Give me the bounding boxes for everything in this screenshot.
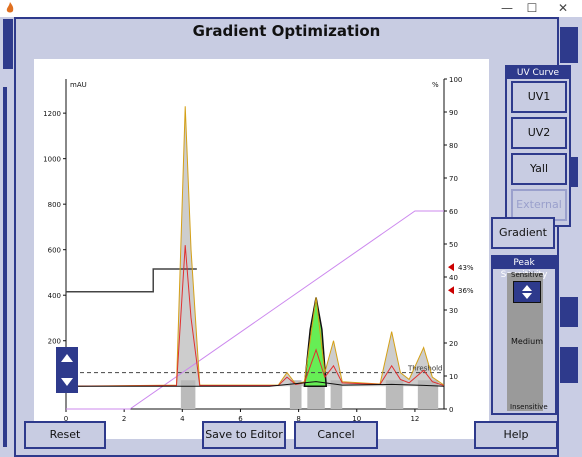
background-strip: [560, 347, 578, 383]
close-button[interactable]: ✕: [548, 0, 578, 17]
right-tick-label: 30: [449, 307, 458, 315]
right-tick-label: 50: [449, 241, 458, 249]
gradient-optimization-dialog: Gradient Optimization mAU%CV024681012020…: [14, 17, 571, 457]
uv-curve-header: UV Curve: [507, 67, 569, 79]
left-tick-label: 200: [48, 338, 61, 346]
left-axis-unit: mAU: [70, 81, 87, 89]
gradient-button-label: Gradient: [499, 226, 547, 239]
dialog-title: Gradient Optimization: [16, 19, 557, 43]
reset-button[interactable]: Reset: [24, 421, 106, 449]
right-tick-label: 20: [449, 340, 458, 348]
right-axis-unit: %: [432, 81, 439, 89]
right-tick-label: 40: [449, 274, 458, 282]
right-tick-label: 100: [449, 76, 462, 84]
chromatogram-plot[interactable]: mAU%CV0246810120200400600800100012000102…: [34, 59, 489, 439]
sensitivity-slider-thumb[interactable]: [513, 281, 541, 303]
right-tick-label: 0: [449, 406, 453, 414]
up-down-arrows-icon: [522, 285, 532, 299]
percent-marker-label: 43%: [458, 264, 474, 272]
left-tick-label: 600: [48, 247, 61, 255]
left-tick-label: 1200: [43, 110, 61, 118]
background-strip: [560, 27, 578, 63]
step-line: [66, 268, 197, 293]
percent-marker-icon: [448, 286, 454, 295]
left-tick-label: 400: [48, 292, 61, 300]
uv-curve-panel: UV Curve UV1 UV2 Yall External: [505, 65, 571, 227]
right-tick-label: 10: [449, 373, 458, 381]
sensitivity-label-sensitive: Sensitive: [511, 271, 543, 279]
left-tick-label: 1000: [43, 156, 61, 164]
right-tick-label: 90: [449, 109, 458, 117]
gradient-toggle-button[interactable]: Gradient: [491, 217, 555, 249]
peak-sensitivity-panel: Peak Sensitivity Sensitive Medium Insens…: [491, 255, 557, 415]
right-tick-label: 60: [449, 208, 458, 216]
uv1-button[interactable]: UV1: [511, 81, 567, 113]
maximize-button[interactable]: ☐: [517, 0, 547, 17]
percent-marker-label: 36%: [458, 287, 474, 295]
uv1-trace: [65, 106, 445, 387]
x-tick-label: 12: [410, 415, 419, 423]
right-tick-label: 80: [449, 142, 458, 150]
app-flame-icon: [6, 2, 14, 13]
cancel-button[interactable]: Cancel: [294, 421, 378, 449]
background-strip: [3, 87, 7, 447]
yall-button[interactable]: Yall: [511, 153, 567, 185]
yall-label: Yall: [529, 162, 549, 175]
help-button[interactable]: Help: [474, 421, 558, 449]
background-strip: [3, 19, 13, 69]
left-tick-label: 800: [48, 201, 61, 209]
peak-area-fill: [66, 106, 444, 387]
spinner-arrows-icon: [61, 354, 73, 386]
x-tick-label: 2: [122, 415, 126, 423]
save-to-editor-button[interactable]: Save to Editor: [202, 421, 286, 449]
uv2-button[interactable]: UV2: [511, 117, 567, 149]
x-tick-label: 4: [180, 415, 185, 423]
sensitivity-label-medium: Medium: [511, 337, 543, 346]
percent-marker-icon: [448, 263, 454, 272]
background-strip: [560, 297, 578, 327]
right-tick-label: 70: [449, 175, 458, 183]
window-titlebar: — ☐ ✕: [0, 0, 582, 17]
zoom-spinner[interactable]: [56, 347, 78, 393]
chromatogram-svg: mAU%CV0246810120200400600800100012000102…: [43, 76, 474, 423]
peak-sensitivity-header: Peak Sensitivity: [493, 257, 555, 280]
sensitivity-label-insensitive: Insensitive: [510, 403, 548, 411]
